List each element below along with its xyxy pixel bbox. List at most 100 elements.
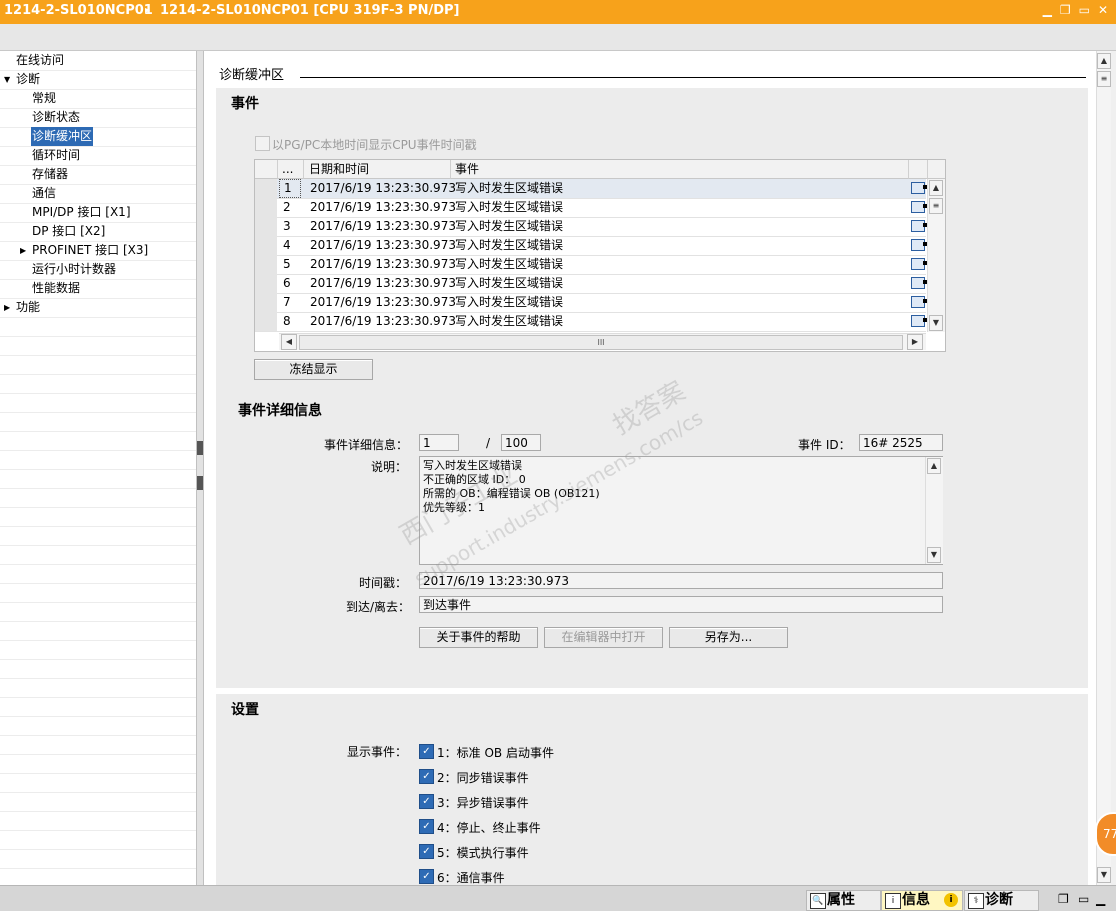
expand-right-icon[interactable]: ▶ [4, 298, 10, 317]
table-row[interactable]: 6 2017/6/19 13:23:30.973 写入时发生区域错误 [255, 274, 927, 294]
tree-row-empty [0, 792, 196, 812]
tree-item-functions[interactable]: ▶ 功能 [0, 298, 196, 318]
expand-right-icon[interactable]: ▶ [20, 241, 26, 260]
scroll-down-icon[interactable]: ▼ [929, 315, 943, 331]
tree-row-empty [0, 773, 196, 793]
local-time-checkbox[interactable] [255, 136, 270, 151]
scroll-down-icon[interactable]: ▼ [1097, 867, 1111, 883]
tree-item-diagnostic-buffer[interactable]: 诊断缓冲区 [0, 127, 196, 147]
message-icon[interactable] [911, 277, 927, 289]
tree-row-empty [0, 393, 196, 413]
minimize-icon[interactable]: ▁ [1043, 3, 1052, 17]
freeze-display-button[interactable]: 冻结显示 [254, 359, 373, 380]
arrive-leave-label: 到达/离去： [346, 600, 411, 614]
event-type-2-checkbox[interactable]: ✓ [419, 769, 434, 784]
table-row[interactable]: 7 2017/6/19 13:23:30.973 写入时发生区域错误 [255, 293, 927, 313]
tab-properties[interactable]: 🔍 属性 [806, 890, 881, 911]
message-icon[interactable] [911, 220, 927, 232]
column-header-index[interactable]: ... [278, 160, 304, 179]
panel-layout-icon[interactable]: ▭ [1078, 892, 1089, 906]
message-icon[interactable] [911, 201, 927, 213]
description-textarea[interactable]: 写入时发生区域错误 不正确的区域 ID： 0 所需的 OB：编程错误 OB (O… [419, 456, 943, 565]
tree-row-empty [0, 526, 196, 546]
collapse-left-icon[interactable] [197, 441, 203, 455]
table-row[interactable]: 3 2017/6/19 13:23:30.973 写入时发生区域错误 [255, 217, 927, 237]
breadcrumb-separator: ▸ [145, 5, 151, 16]
panel-splitter[interactable] [197, 51, 204, 885]
column-header-datetime[interactable]: 日期和时间 [304, 160, 451, 179]
message-icon[interactable] [911, 296, 927, 308]
hscroll-thumb[interactable]: III [299, 335, 903, 350]
restore-panel-icon[interactable]: ❐ [1058, 892, 1069, 906]
table-hscrollbar[interactable]: ◀ III ▶ [279, 333, 926, 350]
floating-badge[interactable]: 77 [1095, 812, 1116, 856]
scroll-down-icon[interactable]: ▼ [927, 547, 941, 563]
tree-row-empty [0, 716, 196, 736]
scroll-thumb[interactable]: ≡ [929, 198, 943, 214]
event-type-5-label: 5：模式执行事件 [437, 846, 529, 860]
message-icon[interactable] [911, 182, 927, 194]
close-icon[interactable]: ✕ [1098, 3, 1108, 17]
expand-down-icon[interactable]: ▼ [4, 70, 10, 89]
save-as-button[interactable]: 另存为... [669, 627, 788, 648]
scroll-thumb[interactable]: ≡ [1097, 71, 1111, 87]
table-row[interactable]: 1 2017/6/19 13:23:30.973 写入时发生区域错误 [255, 179, 927, 199]
scroll-right-icon[interactable]: ▶ [907, 334, 923, 350]
event-type-3-label: 3：异步错误事件 [437, 796, 529, 810]
table-row[interactable]: 8 2017/6/19 13:23:30.973 写入时发生区域错误 [255, 312, 927, 332]
event-type-5-checkbox[interactable]: ✓ [419, 844, 434, 859]
event-help-button[interactable]: 关于事件的帮助 [419, 627, 538, 648]
tree-item-mpi-dp-interface[interactable]: MPI/DP 接口 [X1] [0, 203, 196, 223]
restore-icon[interactable]: ❐ [1060, 3, 1071, 17]
column-header-blank [255, 160, 278, 179]
tree-row-empty [0, 507, 196, 527]
tree-row-empty [0, 469, 196, 489]
column-header-event[interactable]: 事件 [451, 160, 909, 179]
scroll-up-icon[interactable]: ▲ [1097, 53, 1111, 69]
tree-item-diagnostics[interactable]: ▼ 诊断 [0, 70, 196, 90]
toolbar [0, 24, 1116, 51]
local-time-label: 以PG/PC本地时间显示CPU事件时间戳 [272, 138, 477, 152]
column-header-icon [909, 160, 928, 179]
tree-item-communication[interactable]: 通信 [0, 184, 196, 204]
event-type-6-checkbox[interactable]: ✓ [419, 869, 434, 884]
table-row[interactable]: 2 2017/6/19 13:23:30.973 写入时发生区域错误 [255, 198, 927, 218]
section-title: 诊断缓冲区 [219, 68, 285, 83]
table-row[interactable]: 5 2017/6/19 13:23:30.973 写入时发生区域错误 [255, 255, 927, 275]
message-icon[interactable] [911, 258, 927, 270]
event-type-4-checkbox[interactable]: ✓ [419, 819, 434, 834]
tab-info[interactable]: i 信息 i [881, 890, 963, 911]
tree-item-profinet-interface[interactable]: ▶ PROFINET 接口 [X3] [0, 241, 196, 261]
panel-minimize-icon[interactable]: ▁ [1096, 892, 1105, 906]
table-row[interactable]: 4 2017/6/19 13:23:30.973 写入时发生区域错误 [255, 236, 927, 256]
tree-item-cycle-time[interactable]: 循环时间 [0, 146, 196, 166]
tree-item-general[interactable]: 常规 [0, 89, 196, 109]
message-icon[interactable] [911, 315, 927, 327]
open-in-editor-button[interactable]: 在编辑器中打开 [544, 627, 663, 648]
description-scrollbar[interactable]: ▲ ▼ [925, 457, 943, 564]
scroll-up-icon[interactable]: ▲ [927, 458, 941, 474]
tree-item-memory[interactable]: 存储器 [0, 165, 196, 185]
title-bar: 1214-2-SL010NCP01 ▸ 1214-2-SL010NCP01 [C… [0, 0, 1116, 24]
event-type-3-checkbox[interactable]: ✓ [419, 794, 434, 809]
collapse-right-icon[interactable] [197, 476, 203, 490]
tree-item-dp-interface[interactable]: DP 接口 [X2] [0, 222, 196, 242]
column-header-filler [928, 160, 945, 179]
tree-item-operating-hours[interactable]: 运行小时计数器 [0, 260, 196, 280]
event-index-field[interactable]: 1 [419, 434, 459, 451]
scroll-up-icon[interactable]: ▲ [929, 180, 943, 196]
tree-item-performance-data[interactable]: 性能数据 [0, 279, 196, 299]
breadcrumb-project[interactable]: 1214-2-SL010NCP01 [4, 3, 153, 18]
content-scrollbar[interactable]: ▲ ≡ ▼ [1096, 51, 1111, 885]
event-type-1-checkbox[interactable]: ✓ [419, 744, 434, 759]
tab-diagnostics[interactable]: ⚕ 诊断 [964, 890, 1039, 911]
scroll-left-icon[interactable]: ◀ [281, 334, 297, 350]
maximize-icon[interactable]: ▭ [1079, 3, 1090, 17]
tree-item-online-access[interactable]: 在线访问 [0, 51, 196, 71]
breadcrumb-device[interactable]: 1214-2-SL010NCP01 [CPU 319F-3 PN/DP] [160, 3, 459, 18]
table-vscrollbar[interactable]: ▲ ≡ ▼ [927, 179, 945, 332]
event-total-field: 100 [501, 434, 541, 451]
tree-item-diagnostic-status[interactable]: 诊断状态 [0, 108, 196, 128]
tree-row-empty [0, 412, 196, 432]
message-icon[interactable] [911, 239, 927, 251]
